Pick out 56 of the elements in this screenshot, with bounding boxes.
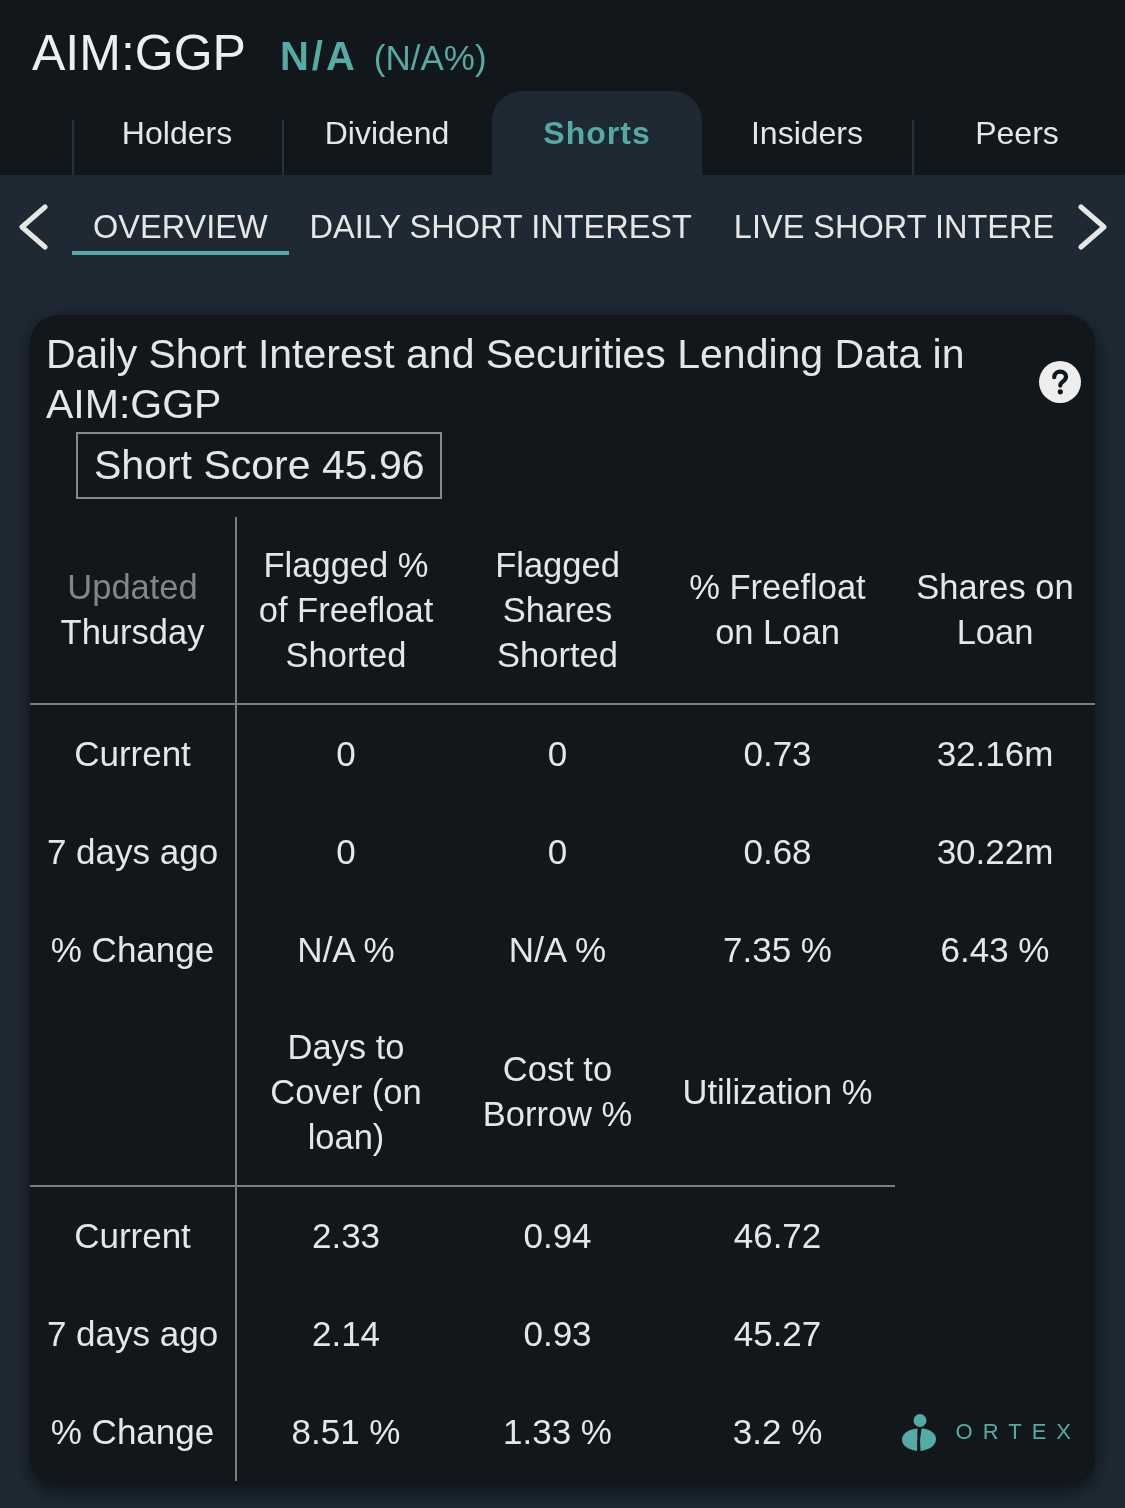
help-icon[interactable] (1039, 361, 1081, 403)
data-value: 2.14 (311, 1314, 381, 1354)
column-header: Flagged Shares Shorted (494, 544, 621, 676)
data-value: 0 (547, 734, 568, 774)
brand-wordmark: ORTEX (955, 1419, 1081, 1445)
data-value: N/A % (297, 930, 395, 970)
data-value: 0.94 (523, 1216, 592, 1256)
price-change: N/A (279, 36, 358, 76)
data-value: N/A % (508, 930, 607, 970)
data-value: 6.43 % (940, 930, 1050, 970)
scroll-right-button[interactable] (1078, 203, 1108, 251)
data-value: 0.68 (743, 832, 812, 872)
price-change-percent: (N/A%) (373, 40, 487, 75)
data-value: 45.27 (733, 1314, 822, 1354)
tab[interactable]: Dividend (282, 91, 492, 175)
sub-tab[interactable]: LIVE SHORT INTERE (712, 203, 1076, 255)
short-score: Short Score 45.96 (76, 432, 443, 499)
data-value: 0 (336, 832, 356, 872)
row-label: % Change (50, 1412, 215, 1452)
logo-icon (901, 1413, 936, 1451)
updated-caption: Updated (67, 567, 198, 608)
data-value: 30.22m (936, 832, 1054, 872)
tab[interactable]: Shorts (492, 91, 702, 175)
data-value: 0.93 (523, 1314, 592, 1354)
sub-tab[interactable]: DAILY SHORT INTEREST (288, 203, 713, 255)
row-label: 7 days ago (46, 1314, 219, 1354)
data-value: 0 (547, 832, 568, 872)
data-value: 0.73 (743, 734, 812, 774)
chevron-left-icon (18, 204, 48, 250)
row-label: Current (74, 1216, 191, 1256)
card-title: Daily Short Interest and Securities Lending Data in AIM:GGP (46, 330, 966, 429)
column-header: Shares on Loan (915, 567, 1075, 653)
data-value: 0 (336, 734, 356, 774)
chevron-right-icon (1078, 204, 1108, 250)
data-value: 3.2 % (732, 1412, 823, 1452)
data-value: 1.33 % (503, 1412, 612, 1452)
row-label: Current (74, 734, 191, 774)
column-header: % Freefloat on Loan (688, 567, 867, 653)
column-header: Flagged % of Freefloat Shorted (257, 544, 435, 676)
row-label: % Change (50, 930, 215, 970)
data-value: 32.16m (936, 734, 1054, 774)
updated-day: Thursday (60, 610, 205, 655)
sub-tab[interactable]: OVERVIEW (72, 203, 289, 255)
data-value: 46.72 (733, 1216, 822, 1256)
tab[interactable]: Insiders (702, 91, 912, 175)
tab[interactable]: Peers (912, 91, 1122, 175)
column-header: Utilization % (682, 1071, 873, 1113)
ticker-symbol: AIM:GGP (32, 28, 246, 78)
data-value: 8.51 % (291, 1412, 401, 1452)
scroll-left-button[interactable] (18, 203, 48, 251)
column-header: Cost to Borrow % (481, 1049, 634, 1135)
data-value: 2.33 (311, 1216, 381, 1256)
column-header: Days to Cover (on loan) (269, 1026, 423, 1158)
tab[interactable]: Holders (72, 91, 282, 175)
row-label: 7 days ago (46, 832, 219, 872)
data-value: 7.35 % (723, 930, 832, 970)
